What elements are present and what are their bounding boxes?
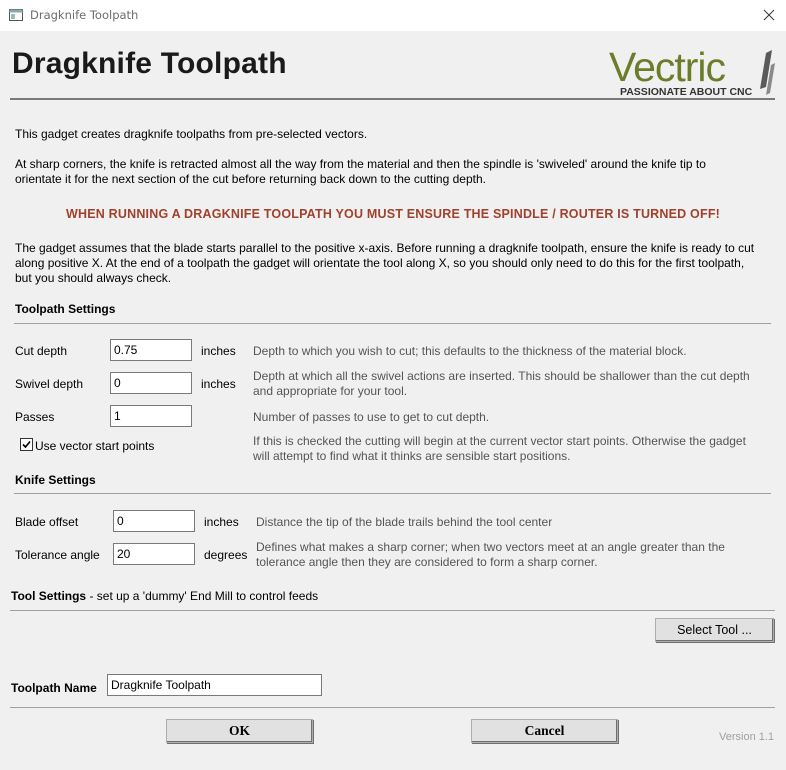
tolerance-angle-description: tolerance angle then they are considered… xyxy=(256,555,598,569)
version-label: Version 1.1 xyxy=(719,731,775,743)
section-divider xyxy=(14,493,771,494)
tool-settings-title: Tool Settings - set up a 'dummy' End Mil… xyxy=(11,589,318,604)
window-app-icon xyxy=(9,9,23,21)
cut-depth-label: Cut depth xyxy=(15,344,68,358)
vectric-logo: Vectric PASSIONATE ABOUT CNC xyxy=(609,45,775,98)
tool-settings-heading: Tool Settings xyxy=(11,589,87,603)
use-vector-start-label[interactable]: Use vector start points xyxy=(35,439,154,454)
swivel-depth-description: Depth at which all the swivel actions ar… xyxy=(253,369,750,383)
svg-text:PASSIONATE ABOUT CNC: PASSIONATE ABOUT CNC xyxy=(620,86,753,98)
knife-settings-title: Knife Settings xyxy=(15,473,96,487)
blade-offset-unit: inches xyxy=(204,515,239,529)
page-heading: Dragknife Toolpath xyxy=(12,47,287,80)
warning-message: WHEN RUNNING A DRAGKNIFE TOOLPATH YOU MU… xyxy=(65,207,721,221)
tolerance-angle-input[interactable]: 20 xyxy=(113,543,195,565)
header-divider xyxy=(10,98,775,100)
tolerance-angle-label: Tolerance angle xyxy=(15,548,100,562)
checkmark-icon xyxy=(22,440,31,449)
toolpath-name-input[interactable]: Dragknife Toolpath xyxy=(107,674,322,696)
swivel-depth-input[interactable]: 0 xyxy=(110,372,192,394)
tool-settings-subtitle: - set up a 'dummy' End Mill to control f… xyxy=(86,589,319,603)
cancel-button[interactable]: Cancel xyxy=(471,719,618,743)
intro-para-line: orientate it for the next section of the… xyxy=(15,172,486,186)
intro-para-line: along positive X. At the end of a toolpa… xyxy=(15,256,745,270)
section-divider xyxy=(10,610,775,611)
intro-para-line: but you should always check. xyxy=(15,271,172,285)
intro-para-line: The gadget assumes that the blade starts… xyxy=(15,241,755,255)
tolerance-angle-unit: degrees xyxy=(204,548,248,562)
intro-para-line: At sharp corners, the knife is retracted… xyxy=(15,157,706,171)
swivel-depth-unit: inches xyxy=(201,377,236,391)
blade-offset-input[interactable]: 0 xyxy=(113,510,195,532)
blade-offset-description: Distance the tip of the blade trails beh… xyxy=(256,515,553,529)
passes-description: Number of passes to use to get to cut de… xyxy=(253,410,490,424)
ok-button[interactable]: OK xyxy=(166,719,313,743)
passes-input[interactable]: 1 xyxy=(110,405,192,427)
footer-divider xyxy=(10,707,775,708)
toolpath-settings-title: Toolpath Settings xyxy=(15,302,116,316)
swivel-depth-label: Swivel depth xyxy=(15,377,84,391)
tolerance-angle-description: Defines what makes a sharp corner; when … xyxy=(256,540,725,554)
svg-text:Vectric: Vectric xyxy=(609,45,726,90)
use-vector-start-description: will attempt to find what it thinks are … xyxy=(253,449,571,463)
select-tool-button[interactable]: Select Tool ... xyxy=(655,618,774,642)
swivel-depth-description: and appropriate for your tool. xyxy=(253,384,408,398)
intro-line: This gadget creates dragknife toolpaths … xyxy=(15,127,368,141)
section-divider xyxy=(14,323,771,324)
use-vector-start-description: If this is checked the cutting will begi… xyxy=(253,434,746,448)
use-vector-start-checkbox[interactable] xyxy=(20,438,33,451)
cut-depth-input[interactable]: 0.75 xyxy=(110,339,192,361)
cut-depth-unit: inches xyxy=(201,344,236,358)
close-icon[interactable] xyxy=(756,4,782,26)
cut-depth-description: Depth to which you wish to cut; this def… xyxy=(253,344,687,358)
blade-offset-label: Blade offset xyxy=(15,515,79,529)
passes-label: Passes xyxy=(15,410,55,424)
toolpath-name-label: Toolpath Name xyxy=(11,681,97,695)
window-title: Dragknife Toolpath xyxy=(30,8,139,22)
